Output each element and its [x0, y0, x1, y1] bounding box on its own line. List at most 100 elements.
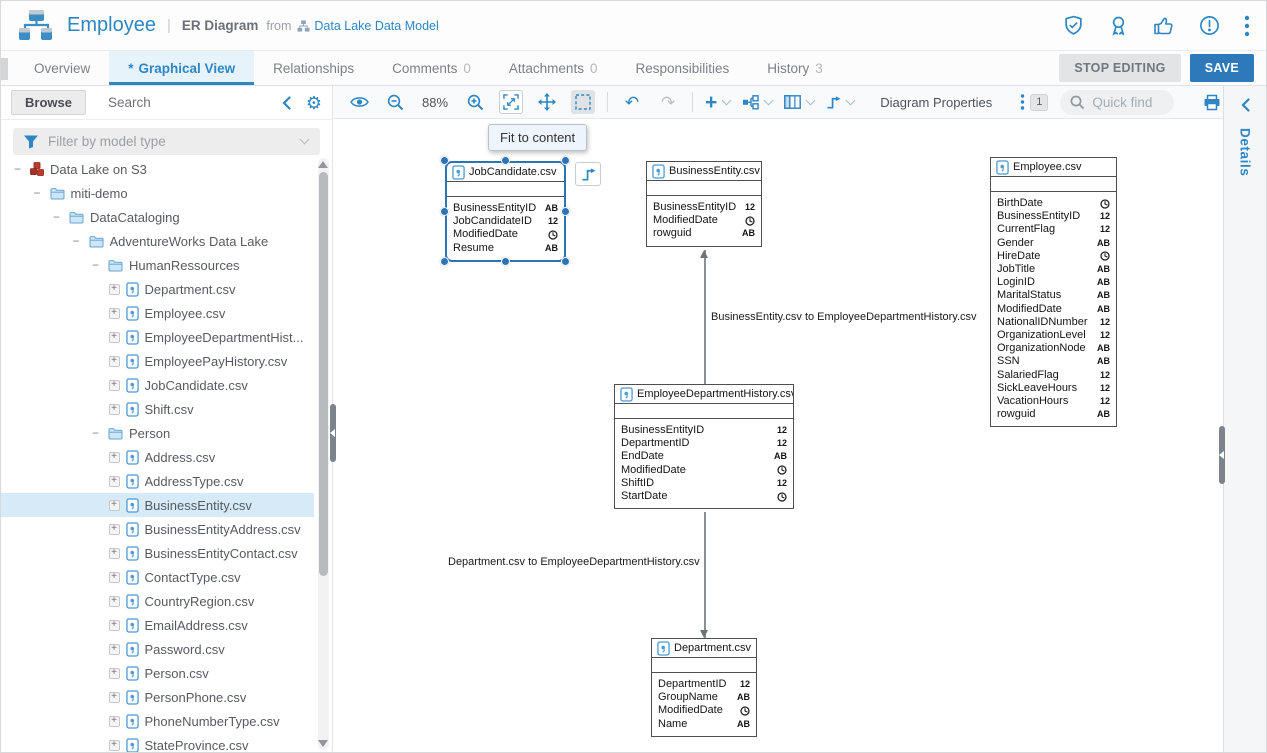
expand-icon[interactable]: + — [109, 668, 120, 679]
tree-item-person[interactable]: −Person — [1, 421, 314, 445]
tree-item-phonenumbertype-csv[interactable]: +PhoneNumberType.csv — [1, 709, 314, 733]
expand-icon[interactable]: + — [109, 332, 120, 343]
scroll-down-icon[interactable] — [318, 740, 328, 747]
table-view-button[interactable] — [784, 95, 814, 109]
tree-item-person-csv[interactable]: +Person.csv — [1, 661, 314, 685]
collapse-icon[interactable]: − — [50, 211, 63, 224]
diagram-properties-button[interactable]: Diagram Properties — [880, 95, 992, 110]
relationship-line[interactable] — [704, 250, 706, 384]
stop-editing-button[interactable]: STOP EDITING — [1059, 54, 1180, 82]
scrollbar-thumb[interactable] — [319, 172, 328, 576]
selection-handle[interactable] — [561, 257, 570, 266]
tree-item-shift-csv[interactable]: +Shift.csv — [1, 397, 314, 421]
expand-icon[interactable]: + — [109, 476, 120, 487]
tree-item-stateprovince-csv[interactable]: +StateProvince.csv — [1, 733, 314, 752]
quick-find[interactable] — [1060, 90, 1174, 115]
expand-icon[interactable]: + — [109, 692, 120, 703]
shield-check-icon[interactable] — [1063, 15, 1084, 36]
expand-icon[interactable]: + — [109, 284, 120, 295]
visibility-icon[interactable] — [347, 90, 371, 114]
entity-employee-csv[interactable]: Employee.csvBirthDateBusinessEntityID12C… — [990, 157, 1117, 427]
tree-item-employeepayhistory-csv[interactable]: +EmployeePayHistory.csv — [1, 349, 314, 373]
tree-item-businessentitycontact-csv[interactable]: +BusinessEntityContact.csv — [1, 541, 314, 565]
undo-icon[interactable]: ↶ — [620, 90, 644, 114]
tab-relationships[interactable]: Relationships — [254, 51, 373, 85]
sidebar-resize-handle[interactable] — [330, 404, 336, 462]
selection-handle[interactable] — [501, 257, 510, 266]
print-icon[interactable] — [1200, 90, 1224, 114]
tree-item-miti-demo[interactable]: −miti-demo — [1, 181, 314, 205]
collapse-icon[interactable]: − — [70, 235, 83, 248]
tab-graphical-view[interactable]: *Graphical View — [109, 51, 254, 85]
collapse-sidebar-icon[interactable] — [282, 96, 291, 110]
expand-icon[interactable]: + — [109, 716, 120, 727]
tab-history[interactable]: History3 — [748, 51, 842, 85]
search-tab[interactable]: Search — [108, 95, 151, 110]
tree-item-emailaddress-csv[interactable]: +EmailAddress.csv — [1, 613, 314, 637]
tree-item-personphone-csv[interactable]: +PersonPhone.csv — [1, 685, 314, 709]
fit-to-content-icon[interactable] — [571, 90, 595, 114]
more-menu-icon[interactable] — [1244, 15, 1250, 37]
redo-icon[interactable]: ↷ — [656, 90, 680, 114]
expand-icon[interactable]: + — [109, 572, 120, 583]
expand-icon[interactable]: + — [109, 644, 120, 655]
model-link[interactable]: Data Lake Data Model — [297, 19, 438, 33]
tab-attachments[interactable]: Attachments0 — [490, 51, 617, 85]
tree-item-businessentity-csv[interactable]: +BusinessEntity.csv — [1, 493, 314, 517]
model-type-filter[interactable] — [13, 128, 320, 155]
zoom-in-icon[interactable] — [463, 90, 487, 114]
tree-item-employeedepartmenthist[interactable]: +EmployeeDepartmentHist... — [1, 325, 314, 349]
tree-item-address-csv[interactable]: +Address.csv — [1, 445, 314, 469]
tab-responsibilities[interactable]: Responsibilities — [616, 51, 748, 85]
filter-input[interactable] — [48, 134, 292, 149]
overlay-menu-button[interactable]: 1 — [1020, 94, 1048, 111]
tree-item-humanressources[interactable]: −HumanRessources — [1, 253, 314, 277]
expand-details-icon[interactable] — [1241, 98, 1250, 112]
zoom-to-fit-icon[interactable] — [499, 90, 523, 114]
expand-icon[interactable]: + — [109, 548, 120, 559]
selection-handle[interactable] — [440, 156, 449, 165]
tab-comments[interactable]: Comments0 — [373, 51, 490, 85]
relationship-line[interactable] — [704, 512, 706, 638]
tree-item-countryregion-csv[interactable]: +CountryRegion.csv — [1, 589, 314, 613]
tree-item-businessentityaddress-csv[interactable]: +BusinessEntityAddress.csv — [1, 517, 314, 541]
tree-item-password-csv[interactable]: +Password.csv — [1, 637, 314, 661]
entity-employeedepartmenthistory-csv[interactable]: EmployeeDepartmentHistory.csvBusinessEnt… — [614, 384, 794, 509]
tree-item-addresstype-csv[interactable]: +AddressType.csv — [1, 469, 314, 493]
tree-item-employee-csv[interactable]: +Employee.csv — [1, 301, 314, 325]
auto-layout-button[interactable] — [742, 95, 772, 110]
tree-item-contacttype-csv[interactable]: +ContactType.csv — [1, 565, 314, 589]
entity-jobcandidate-csv[interactable]: JobCandidate.csvBusinessEntityIDABJobCan… — [445, 161, 566, 262]
tree-item-adventureworks-data-lake[interactable]: −AdventureWorks Data Lake — [1, 229, 314, 253]
pan-icon[interactable] — [535, 90, 559, 114]
add-object-button[interactable]: + — [705, 92, 730, 113]
browse-tab[interactable]: Browse — [11, 90, 86, 115]
selection-handle[interactable] — [561, 207, 570, 216]
expand-icon[interactable]: + — [109, 308, 120, 319]
expand-icon[interactable]: + — [109, 524, 120, 535]
selection-handle[interactable] — [440, 257, 449, 266]
gear-icon[interactable]: ⚙ — [306, 94, 322, 112]
create-relationship-button[interactable] — [575, 162, 601, 186]
quick-find-input[interactable] — [1092, 95, 1164, 110]
details-resize-handle[interactable] — [1219, 426, 1225, 484]
expand-icon[interactable]: + — [109, 500, 120, 511]
expand-icon[interactable]: + — [109, 596, 120, 607]
selection-handle[interactable] — [440, 207, 449, 216]
expand-icon[interactable]: + — [109, 356, 120, 367]
certification-badge-icon[interactable] — [1108, 15, 1129, 36]
thumbs-up-icon[interactable] — [1153, 15, 1175, 36]
connector-style-button[interactable] — [826, 95, 854, 110]
collapsed-panel-handle[interactable] — [1, 58, 8, 80]
entity-department-csv[interactable]: Department.csvDepartmentID12GroupNameABM… — [651, 638, 757, 737]
collapse-icon[interactable]: − — [89, 259, 102, 272]
tree-scrollbar[interactable] — [318, 158, 329, 750]
expand-icon[interactable]: + — [109, 620, 120, 631]
tab-overview[interactable]: Overview — [15, 51, 109, 85]
expand-icon[interactable]: + — [109, 380, 120, 391]
collapse-icon[interactable]: − — [31, 187, 44, 200]
tree-item-datacataloging[interactable]: −DataCataloging — [1, 205, 314, 229]
issues-alert-icon[interactable] — [1199, 15, 1220, 36]
expand-icon[interactable]: + — [109, 740, 120, 751]
tree-item-department-csv[interactable]: +Department.csv — [1, 277, 314, 301]
